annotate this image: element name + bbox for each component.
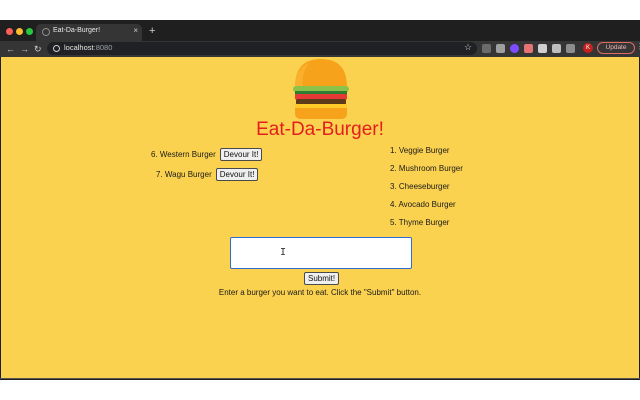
burger-to-devour-item: 7. Wagu Burger Devour It! [156, 168, 259, 181]
window-bottom-edge [0, 378, 640, 379]
page-viewport: Eat-Da-Burger! 6. Western Burger Devour I… [1, 57, 639, 378]
burger-name: 7. Wagu Burger [156, 170, 212, 179]
reload-icon[interactable]: ↻ [34, 41, 42, 57]
burger-name: 6. Western Burger [151, 150, 216, 159]
bookmark-icon[interactable] [538, 44, 547, 53]
extension-icon[interactable] [510, 44, 519, 53]
extension-icon[interactable] [496, 44, 505, 53]
playlist-icon[interactable] [566, 44, 575, 53]
browser-tab[interactable]: Eat-Da-Burger! × [36, 24, 142, 41]
back-arrow-icon[interactable]: ← [6, 41, 15, 57]
address-bar[interactable]: localhost:8080 [47, 42, 477, 55]
avatar[interactable]: K [583, 43, 593, 53]
minimize-window-button[interactable] [16, 28, 23, 35]
tab-title: Eat-Da-Burger! [53, 27, 101, 34]
close-window-button[interactable] [6, 28, 13, 35]
burger-name-input[interactable]: I [230, 237, 412, 269]
new-tab-button[interactable]: + [149, 25, 155, 37]
puzzle-icon[interactable] [552, 44, 561, 53]
maximize-window-button[interactable] [26, 28, 33, 35]
devour-button[interactable]: Devour It! [215, 168, 259, 181]
menu-icon[interactable]: ⋮ [636, 42, 640, 51]
info-icon[interactable] [53, 45, 60, 52]
list-item: 2. Mushroom Burger [390, 164, 463, 173]
extension-icon[interactable] [482, 44, 491, 53]
list-item: 5. Thyme Burger [390, 218, 450, 227]
burger-to-devour-item: 6. Western Burger Devour It! [151, 148, 263, 161]
url-text: localhost:8080 [64, 43, 113, 52]
update-button[interactable]: Update [597, 42, 635, 54]
instructions-text: Enter a burger you want to eat. Click th… [218, 288, 422, 297]
burger-icon [293, 59, 349, 119]
list-item: 3. Cheeseburger [390, 182, 450, 191]
list-item: 4. Avocado Burger [390, 200, 456, 209]
extension-icon[interactable] [524, 44, 533, 53]
devoured-burger-list: 1. Veggie Burger 2. Mushroom Burger 3. C… [390, 145, 463, 235]
page-title: Eat-Da-Burger! [256, 119, 384, 140]
submit-button[interactable]: Submit! [304, 272, 340, 285]
list-item: 1. Veggie Burger [390, 146, 450, 155]
bookmark-star-icon[interactable]: ☆ [464, 42, 472, 53]
text-cursor-icon: I [280, 247, 287, 258]
forward-arrow-icon[interactable]: → [20, 41, 29, 57]
close-tab-icon[interactable]: × [133, 26, 138, 35]
globe-icon [42, 28, 50, 36]
devour-button[interactable]: Devour It! [219, 148, 263, 161]
